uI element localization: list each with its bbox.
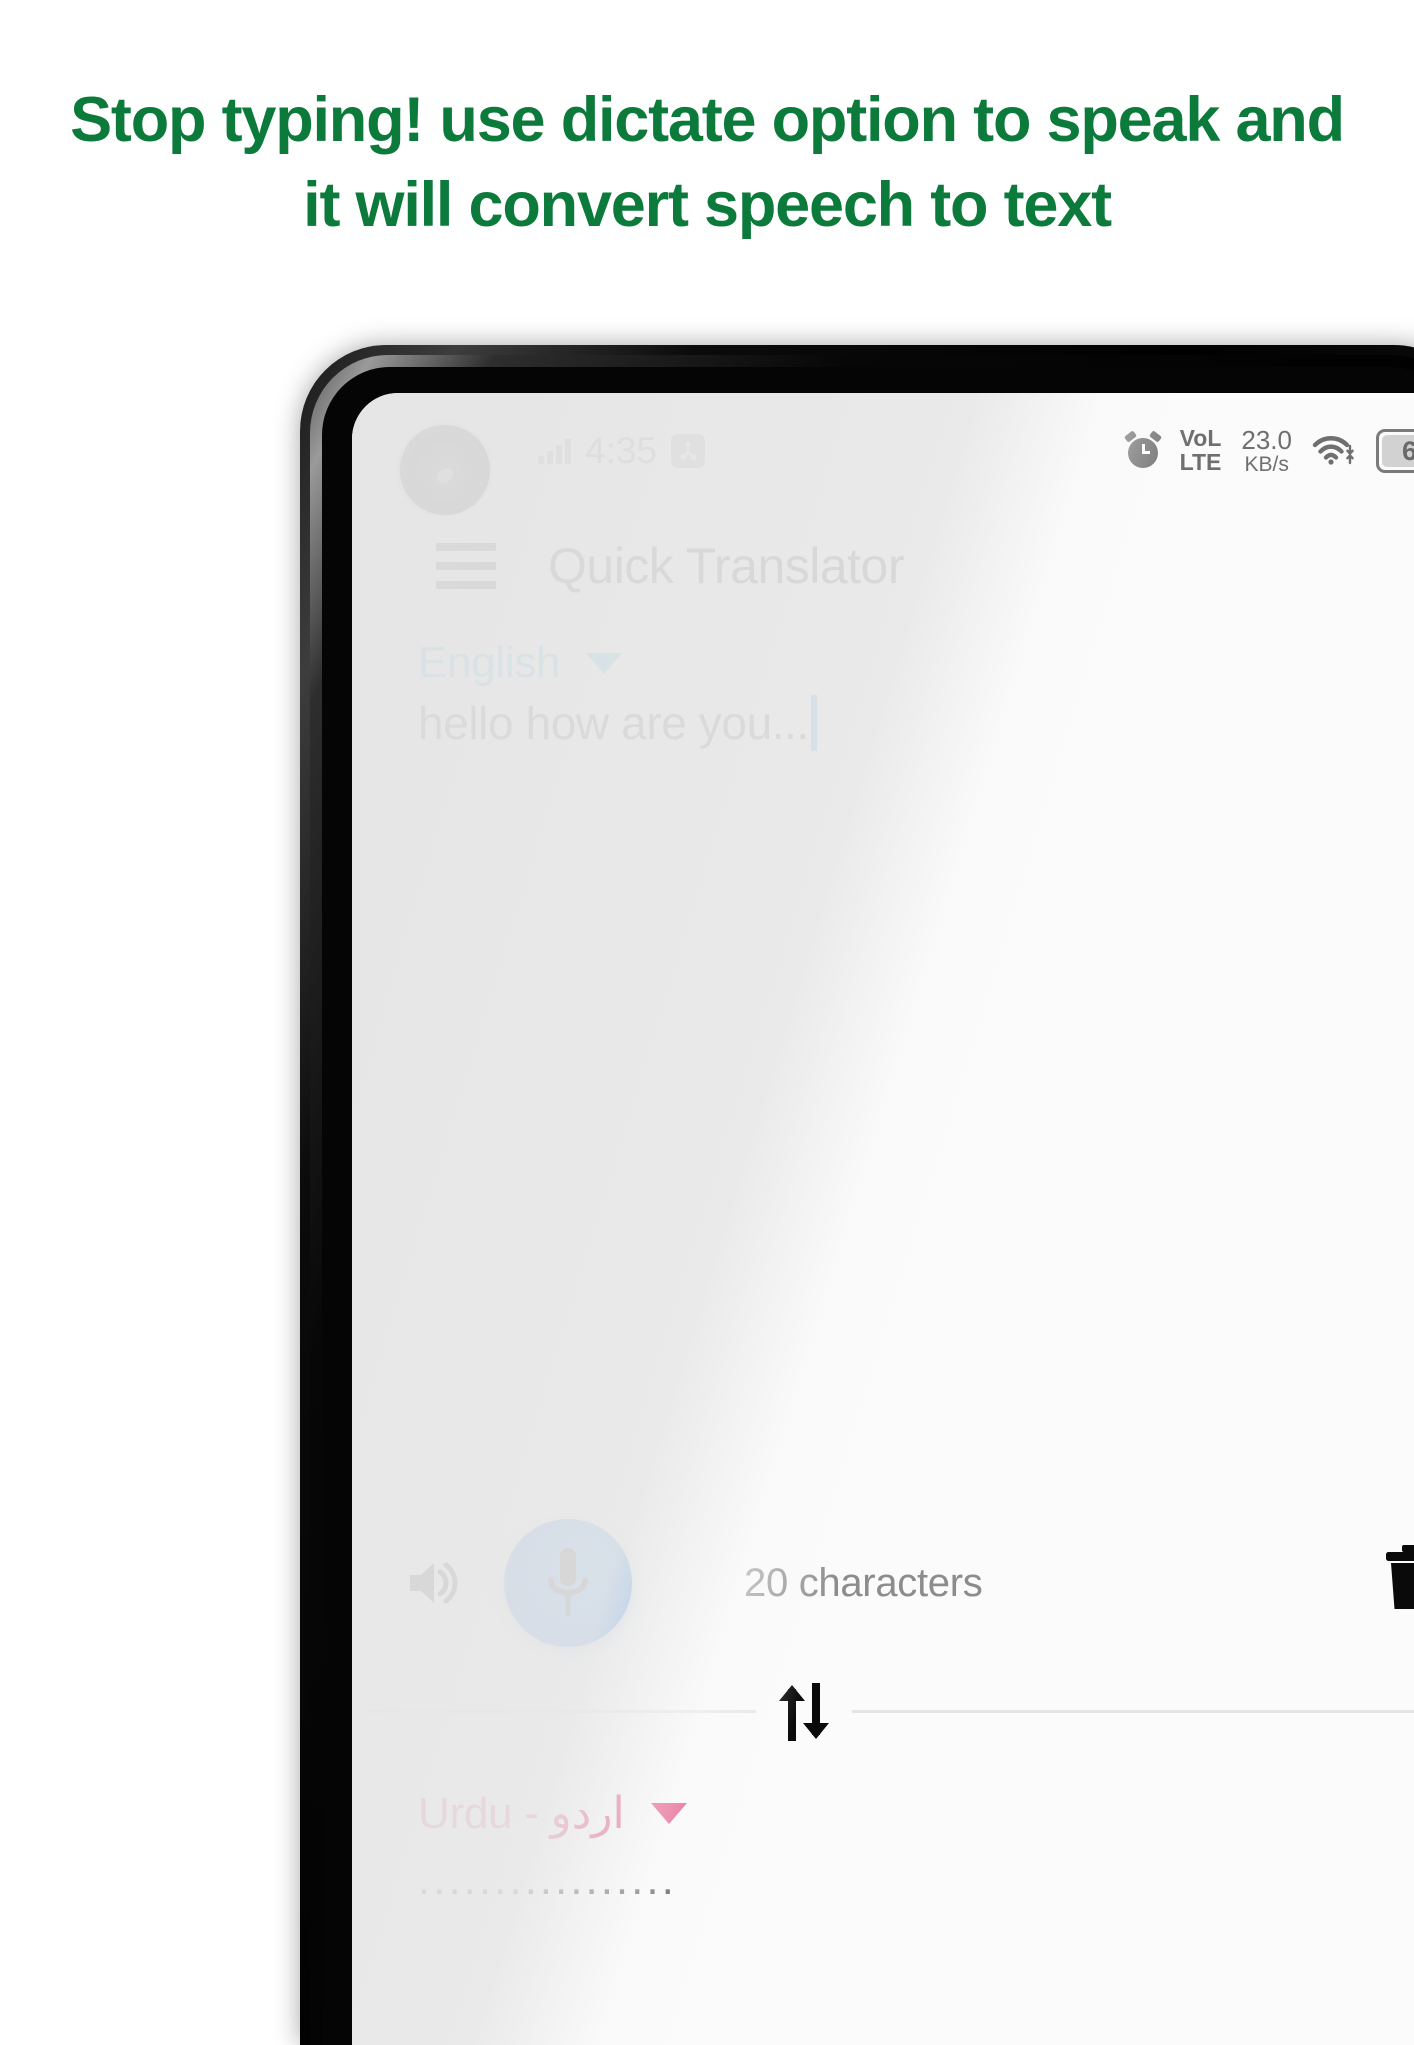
source-text-value: hello how are you...: [418, 697, 809, 749]
app-title: Quick Translator: [548, 538, 905, 594]
target-text-output: .................: [418, 1855, 677, 1904]
camera-lens-glint: [433, 465, 457, 486]
volte-indicator: VoL LTE: [1180, 427, 1222, 474]
app-bar: Quick Translator: [352, 511, 1414, 621]
front-camera-punch-hole: [406, 431, 484, 509]
character-count-label: 20 characters: [744, 1560, 983, 1605]
divider-left: [366, 1709, 756, 1713]
status-clock: 4:35: [585, 430, 658, 471]
target-language-label: Urdu - اردو: [418, 1788, 625, 1838]
dictate-microphone-button[interactable]: [504, 1519, 632, 1647]
microphone-icon: [548, 1548, 588, 1616]
battery-level-label: 69: [1401, 435, 1414, 466]
volte-line-2: LTE: [1179, 449, 1222, 475]
source-text-input[interactable]: hello how are you...: [418, 695, 1318, 751]
wifi-icon: [1312, 435, 1356, 467]
language-swap-divider: [352, 1671, 1414, 1751]
promo-headline: Stop typing! use dictate option to speak…: [70, 85, 1345, 240]
divider-right: [852, 1709, 1414, 1713]
volte-line-1: VoL: [1179, 425, 1222, 452]
network-speed-unit: KB/s: [1244, 452, 1289, 476]
network-speed-indicator: 23.0 KB/s: [1241, 427, 1292, 475]
source-language-selector[interactable]: English: [352, 631, 1414, 695]
battery-icon: 69: [1376, 429, 1414, 473]
phone-screen: 4:35 VoL LTE 23.0 KB/s 6 Quick Translato…: [352, 393, 1414, 2045]
status-bar-left-group: 4:35: [538, 415, 706, 487]
status-bar-right-group: VoL LTE 23.0 KB/s 6: [1123, 415, 1414, 487]
speaker-volume-icon[interactable]: [404, 1552, 466, 1614]
chevron-down-icon[interactable]: [586, 652, 623, 674]
phone-mockup: 4:35 VoL LTE 23.0 KB/s 6 Quick Translato…: [300, 345, 1414, 2045]
network-speed-value: 23.0: [1241, 424, 1292, 455]
source-action-row: 20 characters: [352, 1513, 1414, 1653]
status-bar: 4:35 VoL LTE 23.0 KB/s 6: [352, 415, 1414, 509]
usb-debugging-icon: [671, 434, 706, 468]
swap-vertical-arrows-icon[interactable]: [756, 1671, 852, 1751]
source-language-label: English: [418, 638, 561, 687]
text-cursor: [810, 695, 817, 751]
target-language-selector[interactable]: Urdu - اردو: [352, 1781, 1414, 1845]
trash-can-icon[interactable]: [1380, 1541, 1414, 1615]
cellular-signal-icon: [538, 438, 571, 464]
alarm-clock-icon: [1123, 430, 1162, 468]
chevron-down-icon[interactable]: [650, 1802, 687, 1824]
hamburger-menu-icon[interactable]: [436, 543, 496, 589]
